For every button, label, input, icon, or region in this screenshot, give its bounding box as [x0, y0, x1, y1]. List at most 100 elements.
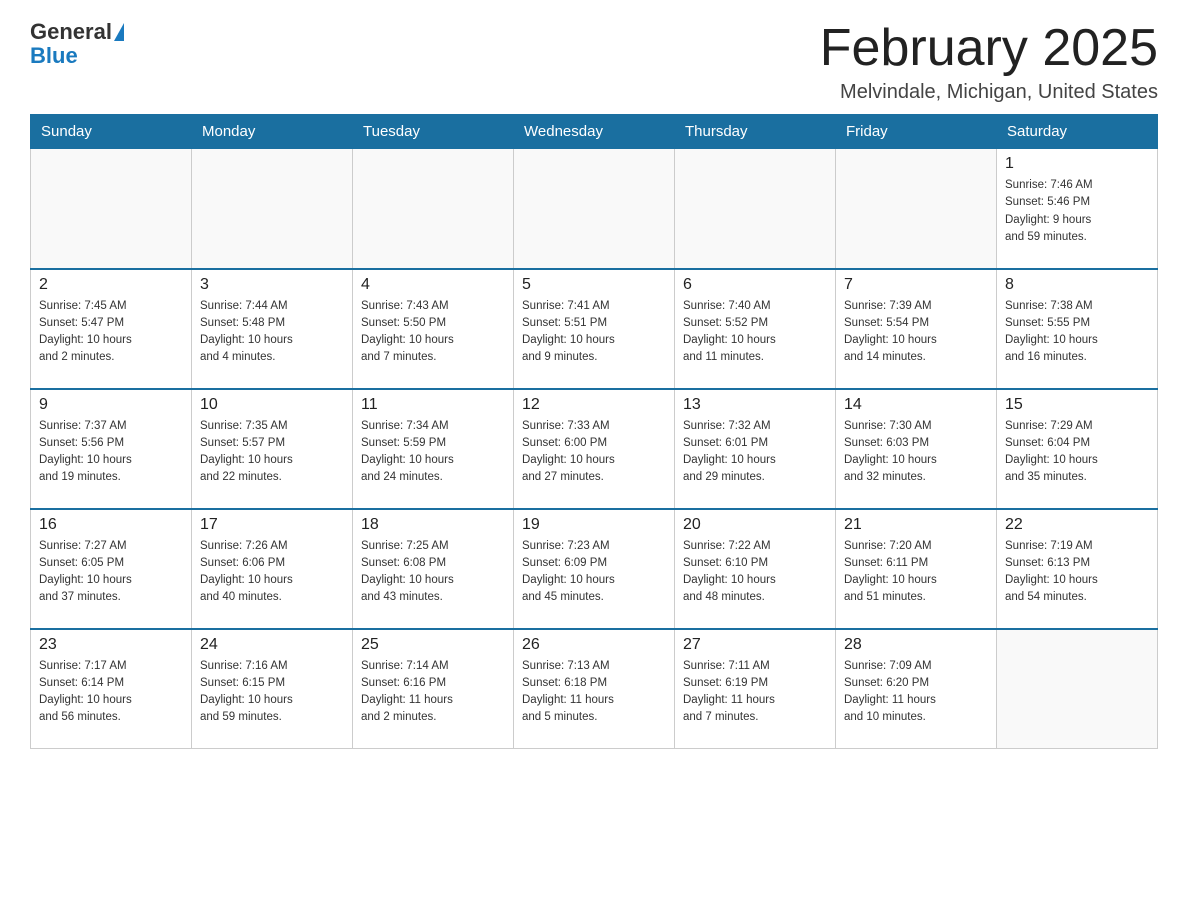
day-info: Sunrise: 7:40 AM Sunset: 5:52 PM Dayligh…: [683, 298, 827, 367]
calendar-cell: 2 Sunrise: 7:45 AM Sunset: 5:47 PM Daylig…: [31, 269, 192, 389]
calendar-cell: 25Sunrise: 7:14 AM Sunset: 6:16 PM Dayli…: [353, 629, 514, 749]
calendar-cell: [514, 149, 675, 269]
calendar-week-row: 1 Sunrise: 7:46 AM Sunset: 5:46 PM Daylig…: [31, 149, 1158, 269]
calendar-cell: 15 Sunrise: 7:29 AM Sunset: 6:04 PM Dayli…: [997, 389, 1158, 509]
day-number: 8: [1005, 276, 1149, 294]
day-number: 5: [522, 276, 666, 294]
day-info: Sunrise: 7:33 AM Sunset: 6:00 PM Dayligh…: [522, 418, 666, 487]
day-number: 28: [844, 636, 988, 654]
day-info: Sunrise: 7:37 AM Sunset: 5:56 PM Dayligh…: [39, 418, 183, 487]
header-thursday: Thursday: [675, 115, 836, 149]
calendar-week-row: 16Sunrise: 7:27 AM Sunset: 6:05 PM Dayli…: [31, 509, 1158, 629]
day-number: 23: [39, 636, 183, 654]
calendar-cell: 28 Sunrise: 7:09 AM Sunset: 6:20 PM Dayli…: [836, 629, 997, 749]
calendar-cell: 17 Sunrise: 7:26 AM Sunset: 6:06 PM Dayli…: [192, 509, 353, 629]
calendar-title: February 2025: [820, 20, 1158, 77]
day-info: Sunrise: 7:22 AM Sunset: 6:10 PM Dayligh…: [683, 538, 827, 607]
logo-triangle-icon: [114, 23, 124, 41]
day-number: 12: [522, 396, 666, 414]
day-info: Sunrise: 7:14 AM Sunset: 6:16 PM Dayligh…: [361, 658, 505, 727]
calendar-cell: 5 Sunrise: 7:41 AM Sunset: 5:51 PM Daylig…: [514, 269, 675, 389]
day-info: Sunrise: 7:25 AM Sunset: 6:08 PM Dayligh…: [361, 538, 505, 607]
day-info: Sunrise: 7:17 AM Sunset: 6:14 PM Dayligh…: [39, 658, 183, 727]
calendar-cell: [997, 629, 1158, 749]
header-tuesday: Tuesday: [353, 115, 514, 149]
day-info: Sunrise: 7:34 AM Sunset: 5:59 PM Dayligh…: [361, 418, 505, 487]
day-number: 2: [39, 276, 183, 294]
calendar-cell: 16Sunrise: 7:27 AM Sunset: 6:05 PM Dayli…: [31, 509, 192, 629]
day-number: 21: [844, 516, 988, 534]
logo-blue: Blue: [30, 43, 78, 68]
day-info: Sunrise: 7:09 AM Sunset: 6:20 PM Dayligh…: [844, 658, 988, 727]
day-info: Sunrise: 7:16 AM Sunset: 6:15 PM Dayligh…: [200, 658, 344, 727]
calendar-cell: [31, 149, 192, 269]
logo: General Blue: [30, 20, 124, 68]
day-info: Sunrise: 7:29 AM Sunset: 6:04 PM Dayligh…: [1005, 418, 1149, 487]
day-number: 26: [522, 636, 666, 654]
day-number: 6: [683, 276, 827, 294]
calendar-cell: 11 Sunrise: 7:34 AM Sunset: 5:59 PM Dayli…: [353, 389, 514, 509]
calendar-cell: [192, 149, 353, 269]
day-info: Sunrise: 7:38 AM Sunset: 5:55 PM Dayligh…: [1005, 298, 1149, 367]
day-info: Sunrise: 7:20 AM Sunset: 6:11 PM Dayligh…: [844, 538, 988, 607]
day-number: 11: [361, 396, 505, 414]
calendar-header-row: SundayMondayTuesdayWednesdayThursdayFrid…: [31, 115, 1158, 149]
calendar-cell: 27 Sunrise: 7:11 AM Sunset: 6:19 PM Dayli…: [675, 629, 836, 749]
calendar-table: SundayMondayTuesdayWednesdayThursdayFrid…: [30, 114, 1158, 749]
calendar-cell: 9 Sunrise: 7:37 AM Sunset: 5:56 PM Daylig…: [31, 389, 192, 509]
day-number: 27: [683, 636, 827, 654]
day-number: 10: [200, 396, 344, 414]
day-info: Sunrise: 7:11 AM Sunset: 6:19 PM Dayligh…: [683, 658, 827, 727]
logo-general: General: [30, 20, 112, 44]
header-saturday: Saturday: [997, 115, 1158, 149]
calendar-cell: 12 Sunrise: 7:33 AM Sunset: 6:00 PM Dayli…: [514, 389, 675, 509]
day-info: Sunrise: 7:39 AM Sunset: 5:54 PM Dayligh…: [844, 298, 988, 367]
day-number: 18: [361, 516, 505, 534]
day-info: Sunrise: 7:45 AM Sunset: 5:47 PM Dayligh…: [39, 298, 183, 367]
day-info: Sunrise: 7:44 AM Sunset: 5:48 PM Dayligh…: [200, 298, 344, 367]
day-number: 1: [1005, 155, 1149, 173]
calendar-week-row: 9 Sunrise: 7:37 AM Sunset: 5:56 PM Daylig…: [31, 389, 1158, 509]
calendar-cell: 19Sunrise: 7:23 AM Sunset: 6:09 PM Dayli…: [514, 509, 675, 629]
calendar-cell: [675, 149, 836, 269]
page-header: General Blue February 2025 Melvindale, M…: [30, 20, 1158, 104]
calendar-cell: 10 Sunrise: 7:35 AM Sunset: 5:57 PM Dayli…: [192, 389, 353, 509]
calendar-location: Melvindale, Michigan, United States: [820, 81, 1158, 104]
header-wednesday: Wednesday: [514, 115, 675, 149]
calendar-cell: 23 Sunrise: 7:17 AM Sunset: 6:14 PM Dayli…: [31, 629, 192, 749]
day-number: 20: [683, 516, 827, 534]
day-info: Sunrise: 7:30 AM Sunset: 6:03 PM Dayligh…: [844, 418, 988, 487]
day-info: Sunrise: 7:27 AM Sunset: 6:05 PM Dayligh…: [39, 538, 183, 607]
calendar-cell: [836, 149, 997, 269]
calendar-cell: 24 Sunrise: 7:16 AM Sunset: 6:15 PM Dayli…: [192, 629, 353, 749]
day-info: Sunrise: 7:32 AM Sunset: 6:01 PM Dayligh…: [683, 418, 827, 487]
day-number: 9: [39, 396, 183, 414]
day-info: Sunrise: 7:43 AM Sunset: 5:50 PM Dayligh…: [361, 298, 505, 367]
day-number: 13: [683, 396, 827, 414]
calendar-cell: 8 Sunrise: 7:38 AM Sunset: 5:55 PM Daylig…: [997, 269, 1158, 389]
calendar-cell: 18 Sunrise: 7:25 AM Sunset: 6:08 PM Dayli…: [353, 509, 514, 629]
calendar-week-row: 23 Sunrise: 7:17 AM Sunset: 6:14 PM Dayli…: [31, 629, 1158, 749]
day-info: Sunrise: 7:41 AM Sunset: 5:51 PM Dayligh…: [522, 298, 666, 367]
calendar-cell: 21 Sunrise: 7:20 AM Sunset: 6:11 PM Dayli…: [836, 509, 997, 629]
calendar-cell: 6 Sunrise: 7:40 AM Sunset: 5:52 PM Daylig…: [675, 269, 836, 389]
day-number: 15: [1005, 396, 1149, 414]
title-block: February 2025 Melvindale, Michigan, Unit…: [820, 20, 1158, 104]
day-info: Sunrise: 7:19 AM Sunset: 6:13 PM Dayligh…: [1005, 538, 1149, 607]
day-info: Sunrise: 7:35 AM Sunset: 5:57 PM Dayligh…: [200, 418, 344, 487]
calendar-cell: 13 Sunrise: 7:32 AM Sunset: 6:01 PM Dayli…: [675, 389, 836, 509]
calendar-cell: 26Sunrise: 7:13 AM Sunset: 6:18 PM Dayli…: [514, 629, 675, 749]
day-info: Sunrise: 7:46 AM Sunset: 5:46 PM Dayligh…: [1005, 177, 1149, 246]
day-info: Sunrise: 7:26 AM Sunset: 6:06 PM Dayligh…: [200, 538, 344, 607]
calendar-week-row: 2 Sunrise: 7:45 AM Sunset: 5:47 PM Daylig…: [31, 269, 1158, 389]
header-friday: Friday: [836, 115, 997, 149]
calendar-cell: [353, 149, 514, 269]
day-number: 17: [200, 516, 344, 534]
calendar-cell: 7 Sunrise: 7:39 AM Sunset: 5:54 PM Daylig…: [836, 269, 997, 389]
day-number: 24: [200, 636, 344, 654]
day-number: 22: [1005, 516, 1149, 534]
calendar-cell: 22 Sunrise: 7:19 AM Sunset: 6:13 PM Dayli…: [997, 509, 1158, 629]
day-number: 7: [844, 276, 988, 294]
day-number: 14: [844, 396, 988, 414]
calendar-cell: 20 Sunrise: 7:22 AM Sunset: 6:10 PM Dayli…: [675, 509, 836, 629]
